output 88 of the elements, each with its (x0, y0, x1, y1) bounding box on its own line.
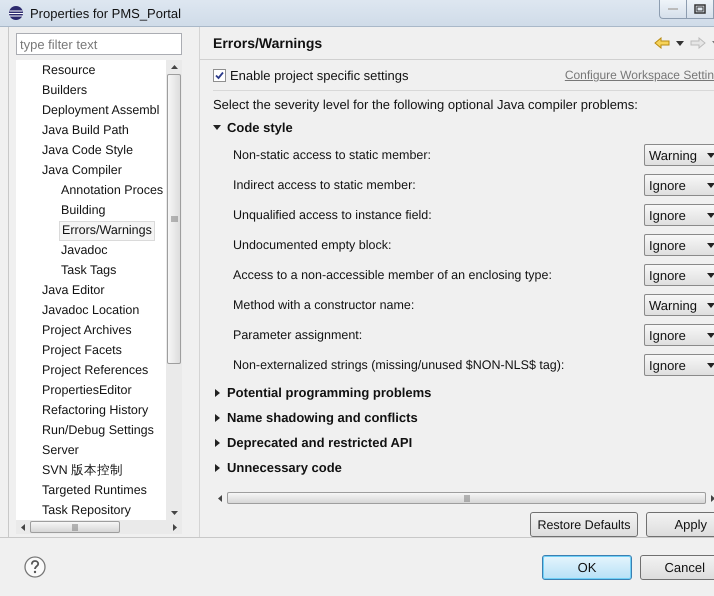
severity-dropdown[interactable]: Ignore (644, 264, 714, 286)
description-text: Select the severity level for the following optional Java compiler problems: (213, 96, 639, 114)
expand-triangle-icon[interactable] (213, 464, 221, 472)
scrollbar-thumb[interactable] (30, 521, 120, 533)
tree-item[interactable]: Javadoc Location (40, 301, 142, 321)
checkbox[interactable] (213, 68, 226, 82)
caret-icon (707, 212, 714, 218)
section-title[interactable]: Deprecated and restricted API (227, 435, 412, 450)
maximize-icon (694, 4, 706, 14)
section-title[interactable]: Potential programming problems (227, 385, 432, 400)
tree-item[interactable]: Resource (40, 61, 98, 81)
scroll-up-icon[interactable] (170, 64, 178, 70)
restore-defaults-button[interactable]: Restore Defaults (530, 512, 638, 537)
tree-item[interactable]: Task Tags (59, 261, 118, 281)
caret-icon (707, 182, 714, 188)
tree-item[interactable]: Project References (40, 361, 150, 381)
tree-item[interactable]: Project Archives (40, 321, 134, 341)
option-label: Indirect access to static member: (233, 178, 416, 192)
tree-item[interactable]: Refactoring History (40, 401, 150, 421)
tree-item[interactable]: Errors/Warnings (59, 221, 155, 241)
page-title: Errors/Warnings (213, 35, 322, 52)
window-title: Properties for PMS_Portal (30, 6, 182, 20)
option-label: Unqualified access to instance field: (233, 208, 432, 222)
dropdown-icon[interactable] (676, 40, 684, 46)
severity-dropdown[interactable]: Warning (644, 294, 714, 316)
caret-icon (707, 242, 714, 248)
grip-icon (72, 524, 78, 530)
option-label: Parameter assignment: (233, 328, 362, 342)
caret-icon (707, 302, 714, 308)
scroll-right-icon[interactable] (172, 522, 178, 532)
section-title[interactable]: Unnecessary code (227, 460, 342, 475)
tree-item[interactable]: Deployment Assembl (40, 101, 162, 121)
grip-icon (170, 216, 178, 222)
scrollbar-thumb[interactable] (167, 74, 181, 364)
filter-field[interactable]: type filter text (16, 33, 182, 55)
severity-dropdown[interactable]: Ignore (644, 204, 714, 226)
cancel-button[interactable]: Cancel (640, 554, 714, 580)
caret-icon (707, 272, 714, 278)
option-label: Method with a constructor name: (233, 298, 414, 312)
tree-item[interactable]: Builders (40, 81, 90, 101)
globe-icon (8, 5, 24, 21)
tree-item[interactable]: Task Repository (40, 501, 133, 520)
severity-dropdown[interactable]: Ignore (644, 324, 714, 346)
severity-dropdown[interactable]: Ignore (644, 234, 714, 256)
collapse-triangle-icon[interactable] (213, 124, 221, 132)
scroll-left-icon[interactable] (217, 494, 223, 502)
checkbox-label[interactable]: Enable project specific settings (230, 68, 408, 83)
caret-icon (707, 332, 714, 338)
configure-workspace-link[interactable]: Configure Workspace Settin (564, 68, 714, 82)
grip-icon (464, 494, 470, 502)
severity-dropdown[interactable]: Ignore (644, 174, 714, 196)
tree-item[interactable]: Run/Debug Settings (40, 421, 156, 441)
section-title[interactable]: Name shadowing and conflicts (227, 410, 418, 425)
severity-dropdown[interactable]: Ignore (644, 354, 714, 376)
option-label: Undocumented empty block: (233, 238, 392, 252)
tree-item[interactable]: Targeted Runtimes (40, 481, 149, 501)
tree-item[interactable]: Annotation Proces (59, 181, 166, 201)
scroll-left-icon[interactable] (20, 522, 26, 532)
vertical-scrollbar[interactable] (166, 60, 182, 520)
tree-item[interactable]: Server (40, 441, 81, 461)
tree-item[interactable]: SVN 版本控制 (40, 461, 126, 481)
option-label: Non-externalized strings (missing/unused $NON-NLS$ tag): (233, 358, 564, 372)
minimize-icon (668, 7, 678, 11)
option-label: Non-static access to static member: (233, 148, 431, 162)
tree-item[interactable]: Java Compiler (40, 161, 124, 181)
scrollbar-thumb[interactable] (227, 492, 706, 504)
tree-item[interactable]: Project Facets (40, 341, 124, 361)
tree-item[interactable]: Java Editor (40, 281, 107, 301)
tree-item[interactable]: PropertiesEditor (40, 381, 134, 401)
back-arrow-icon[interactable] (654, 37, 670, 50)
expand-triangle-icon[interactable] (213, 438, 221, 446)
section-title[interactable]: Code style (227, 120, 293, 135)
tree-item[interactable]: Java Build Path (40, 121, 131, 141)
ok-button[interactable]: OK (542, 554, 632, 580)
scroll-down-icon[interactable] (170, 510, 178, 516)
caret-icon (707, 152, 714, 158)
tree-item[interactable]: Building (59, 201, 108, 221)
maximize-button[interactable] (686, 0, 714, 19)
option-label: Access to a non-accessible member of an enclosing type: (233, 268, 552, 282)
horizontal-scrollbar[interactable] (16, 520, 182, 534)
expand-triangle-icon[interactable] (213, 414, 221, 422)
tree-item[interactable]: Javadoc (59, 241, 110, 261)
severity-dropdown[interactable]: Warning (644, 144, 714, 166)
help-icon[interactable] (24, 556, 46, 578)
apply-button[interactable]: Apply (646, 512, 714, 537)
tree-item[interactable]: Java Code Style (40, 141, 136, 161)
caret-icon (707, 362, 714, 368)
expand-triangle-icon[interactable] (213, 388, 221, 396)
